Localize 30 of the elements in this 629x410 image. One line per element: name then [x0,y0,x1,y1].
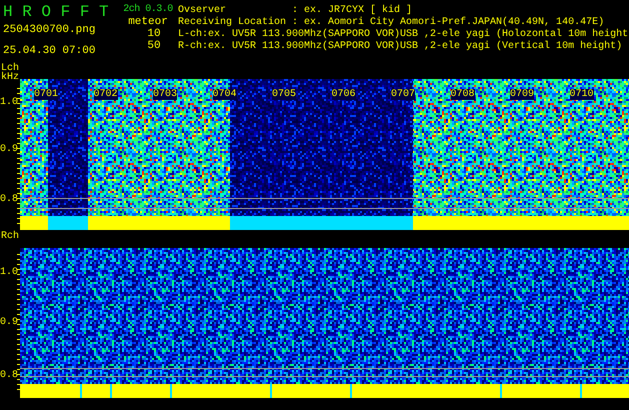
value-label: 10 [146,29,161,40]
time-label: 0707 [391,89,416,100]
axis-tick-label: 0.9 [0,145,18,155]
axis-tick-label: 0.8 [0,371,18,381]
time-label: 0710 [570,89,594,100]
axis-tick-label: 1.0 [0,268,18,278]
time-label: 0708 [450,89,475,100]
time-label: 0701 [34,89,58,100]
date-time: 25.04.30 07:00 [3,45,96,57]
axis-tick-label: 0.8 [0,195,18,205]
time-label: 0705 [272,89,296,100]
axis-tick-label: 0.9 [0,318,18,328]
time-label: 0706 [332,89,356,100]
info-line: Ovserver : ex. JR7CYX [ kid ] [178,5,414,16]
info-line: Receiving Location : ex. Aomori City Aomori-Pref.JAPAN(40.49N, 140.47E) [178,17,606,28]
value-label: 50 [146,41,161,52]
mode-label: meteor [128,16,168,28]
version-label: 2ch 0.3.0 [123,4,173,16]
channel-label: Rch [1,232,20,241]
info-line: R-ch:ex. UV5R 113.900Mhz(SAPPORO VOR)USB ,2-ele yagi (Vertical 10m height) [178,41,624,53]
app-title: H R O F F T [3,3,110,21]
axis-tick-label: 1.0 [0,98,18,108]
time-label: 0703 [153,89,178,100]
file-name: 2504300700.png [3,24,96,36]
info-line: L-ch:ex. UV5R 113.900Mhz(SAPPORO VOR)USB ,2-ele yagi (Holozontal 10m height [178,29,628,40]
unit-label: kHz [1,73,20,82]
channel-label: Lch [1,64,20,73]
time-label: 0702 [94,89,118,100]
time-label: 0709 [510,89,534,100]
time-label: 0704 [212,89,237,100]
